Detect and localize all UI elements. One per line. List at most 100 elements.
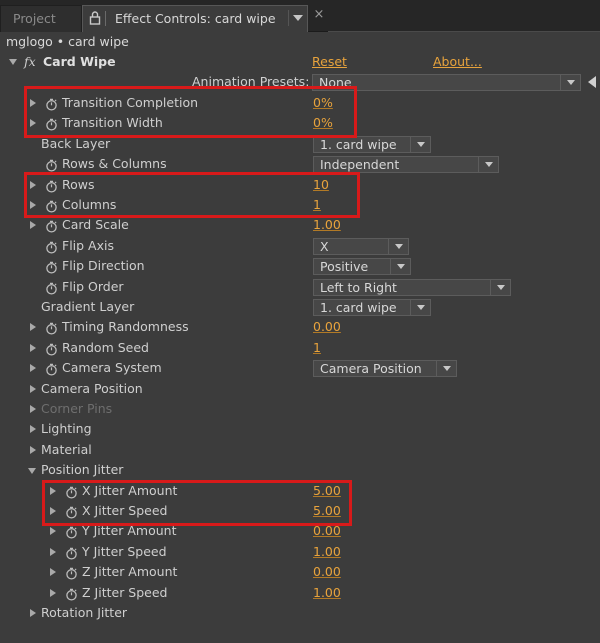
effect-name: Card Wipe xyxy=(43,54,116,69)
twirl-closed-icon[interactable] xyxy=(50,568,56,577)
animation-presets-label: Animation Presets: xyxy=(192,74,310,89)
twirl-closed-icon[interactable] xyxy=(50,527,56,536)
twirl-open-icon[interactable] xyxy=(28,468,36,475)
tab-project[interactable]: Project xyxy=(0,5,82,32)
property-value-transition-width[interactable]: 0% xyxy=(313,113,333,133)
stopwatch-icon[interactable] xyxy=(45,321,58,335)
twirl-closed-icon[interactable] xyxy=(30,201,36,209)
twirl-closed-icon[interactable] xyxy=(30,180,36,189)
flip-order-dropdown[interactable]: Left to Right xyxy=(313,278,511,296)
property-row-lighting: Lighting xyxy=(0,419,600,439)
gradient-layer-dropdown[interactable]: 1. card wipe xyxy=(313,299,431,316)
property-label: Position Jitter xyxy=(41,462,124,478)
property-row-random-seed: Random Seed 1 xyxy=(0,338,600,358)
stopwatch-icon[interactable] xyxy=(45,362,58,376)
property-value-z-jitter-amount[interactable]: 0.00 xyxy=(313,562,341,582)
twirl-closed-icon[interactable] xyxy=(50,588,56,597)
twirl-closed-icon[interactable] xyxy=(30,445,36,454)
tab-effect-controls[interactable]: Effect Controls: card wipe xyxy=(82,5,308,32)
property-row-back-layer: Back Layer 1. card wipe xyxy=(0,134,600,154)
property-row-rows: Rows 10 xyxy=(0,175,600,195)
stopwatch-icon[interactable] xyxy=(65,566,78,580)
flip-direction-dropdown[interactable]: Positive xyxy=(313,258,411,276)
property-value-x-jitter-amount[interactable]: 5.00 xyxy=(313,481,341,501)
property-value-card-scale[interactable]: 1.00 xyxy=(313,215,341,235)
collapse-twirl-icon[interactable] xyxy=(9,59,17,65)
close-icon[interactable]: × xyxy=(312,8,326,22)
flip-axis-dropdown[interactable]: X xyxy=(313,237,409,255)
property-label: Z Jitter Amount xyxy=(82,564,178,580)
stopwatch-icon[interactable] xyxy=(45,179,58,193)
stopwatch-icon[interactable] xyxy=(65,485,78,499)
stopwatch-icon[interactable] xyxy=(45,199,58,213)
camera-system-dropdown[interactable]: Camera Position xyxy=(313,360,457,378)
effect-header: fx Card Wipe Reset About... xyxy=(0,52,600,72)
property-row-corner-pins: Corner Pins xyxy=(0,399,600,419)
property-value-x-jitter-speed[interactable]: 5.00 xyxy=(313,501,341,521)
twirl-closed-icon[interactable] xyxy=(30,609,36,617)
chevron-down-icon xyxy=(436,361,456,377)
flip-order-dropdown-value: Left to Right xyxy=(320,279,397,295)
property-label: Columns xyxy=(62,197,117,212)
fx-icon[interactable]: fx xyxy=(24,52,36,72)
property-value-y-jitter-speed[interactable]: 1.00 xyxy=(313,542,341,562)
twirl-closed-icon[interactable] xyxy=(30,119,36,128)
twirl-closed-icon[interactable] xyxy=(30,323,36,332)
stopwatch-icon[interactable] xyxy=(45,219,58,233)
property-value-random-seed[interactable]: 1 xyxy=(313,338,321,358)
stopwatch-icon[interactable] xyxy=(65,505,78,519)
twirl-closed-icon[interactable] xyxy=(30,343,36,352)
property-label: Camera Position xyxy=(41,380,143,396)
twirl-closed-icon[interactable] xyxy=(50,547,56,556)
reset-link[interactable]: Reset xyxy=(312,52,347,72)
stopwatch-icon[interactable] xyxy=(65,525,78,539)
property-label: Card Scale xyxy=(62,217,129,233)
property-row-y-jitter-speed: Y Jitter Speed 1.00 xyxy=(0,542,600,562)
chevron-down-icon xyxy=(560,75,580,90)
scroll-left-arrow-icon[interactable] xyxy=(588,76,596,88)
stopwatch-icon[interactable] xyxy=(45,281,58,295)
back-layer-dropdown[interactable]: 1. card wipe xyxy=(313,135,431,153)
property-label: Y Jitter Speed xyxy=(82,543,167,559)
stopwatch-icon[interactable] xyxy=(65,546,78,560)
stopwatch-icon[interactable] xyxy=(45,97,58,111)
stopwatch-icon[interactable] xyxy=(45,158,58,172)
twirl-closed-icon[interactable] xyxy=(30,364,36,373)
twirl-closed-icon[interactable] xyxy=(30,405,36,413)
property-row-z-jitter-amount: Z Jitter Amount 0.00 xyxy=(0,562,600,582)
rows-and-columns-dropdown[interactable]: Independent xyxy=(313,156,499,174)
property-row-card-scale: Card Scale 1.00 xyxy=(0,215,600,235)
stopwatch-icon[interactable] xyxy=(45,260,58,274)
twirl-closed-icon[interactable] xyxy=(30,425,36,434)
stopwatch-icon[interactable] xyxy=(45,240,58,254)
property-label: Rotation Jitter xyxy=(41,605,128,620)
property-label: Z Jitter Speed xyxy=(82,584,168,600)
twirl-closed-icon[interactable] xyxy=(50,507,56,515)
property-row-rows-and-columns: Rows & Columns Independent xyxy=(0,154,600,174)
twirl-closed-icon[interactable] xyxy=(30,384,36,393)
property-row-flip-axis: Flip Axis X xyxy=(0,236,600,256)
animation-presets-dropdown[interactable]: None xyxy=(312,74,581,91)
tab-separator xyxy=(105,11,106,26)
property-row-transition-width: Transition Width 0% xyxy=(0,113,600,133)
property-label: Lighting xyxy=(41,421,92,437)
property-label: Transition Width xyxy=(62,115,163,131)
twirl-closed-icon[interactable] xyxy=(50,486,56,495)
stopwatch-icon[interactable] xyxy=(45,342,58,356)
property-row-columns: Columns 1 xyxy=(0,195,600,215)
property-label: Corner Pins xyxy=(41,401,113,416)
stopwatch-icon[interactable] xyxy=(65,587,78,601)
property-value-y-jitter-amount[interactable]: 0.00 xyxy=(313,521,341,541)
twirl-closed-icon[interactable] xyxy=(30,99,36,107)
property-value-transition-completion[interactable]: 0% xyxy=(313,93,333,113)
property-value-timing-randomness[interactable]: 0.00 xyxy=(313,317,341,337)
lock-icon[interactable] xyxy=(89,11,101,25)
twirl-closed-icon[interactable] xyxy=(30,221,36,230)
property-value-z-jitter-speed[interactable]: 1.00 xyxy=(313,583,341,603)
property-value-columns[interactable]: 1 xyxy=(313,195,321,215)
about-link[interactable]: About... xyxy=(433,52,482,72)
stopwatch-icon[interactable] xyxy=(45,117,58,131)
panel-menu-button[interactable] xyxy=(288,10,304,26)
gradient-layer-dropdown-value: 1. card wipe xyxy=(320,300,397,315)
property-value-rows[interactable]: 10 xyxy=(313,175,329,195)
